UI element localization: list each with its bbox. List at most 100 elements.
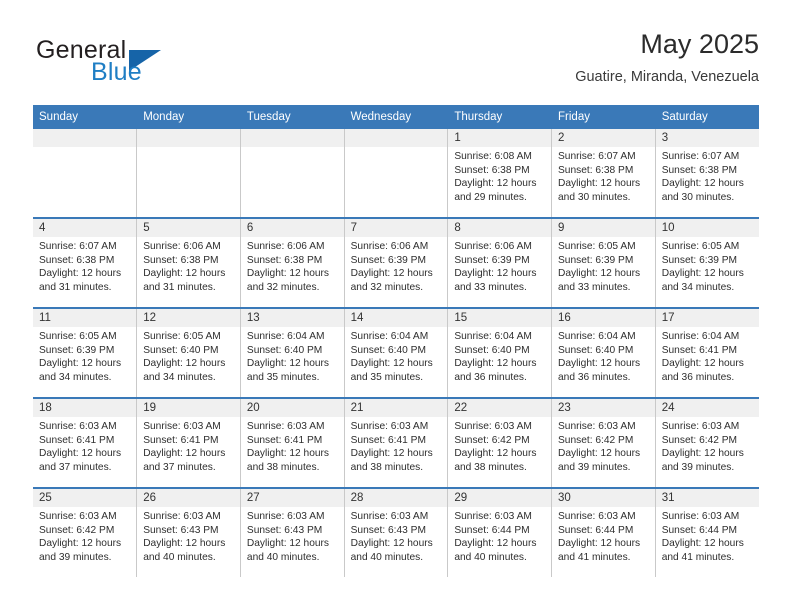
daylight-duration-line2: and 30 minutes.	[661, 191, 735, 203]
calendar-day-cell[interactable]: 31 Sunrise: 6:03 AM Sunset: 6:44 PM Dayligh…	[655, 488, 759, 577]
sunrise-time: Sunrise: 6:03 AM	[454, 421, 532, 432]
sunrise-time: Sunrise: 6:05 AM	[558, 241, 636, 252]
daylight-duration-line2: and 38 minutes.	[454, 461, 527, 473]
calendar-day-cell[interactable]	[33, 129, 138, 219]
daylight-duration-line2: and 41 minutes.	[661, 551, 735, 563]
day-details: Sunrise: 6:03 AM Sunset: 6:42 PM Daylight:…	[448, 417, 551, 474]
calendar-day-cell[interactable]: 26 Sunrise: 6:03 AM Sunset: 6:43 PM Dayligh…	[136, 488, 241, 577]
day-cell-content: 18 Sunrise: 6:03 AM Sunset: 6:41 PM Dayligh…	[33, 399, 137, 487]
sunset-time: Sunset: 6:40 PM	[350, 344, 426, 356]
day-cell-content: 25 Sunrise: 6:03 AM Sunset: 6:42 PM Dayligh…	[33, 489, 137, 577]
calendar-day-cell[interactable]: 3 Sunrise: 6:07 AM Sunset: 6:38 PM Daylight…	[655, 129, 759, 219]
day-number: 24	[655, 399, 759, 417]
calendar-week-row: 18 Sunrise: 6:03 AM Sunset: 6:41 PM Dayligh…	[33, 398, 759, 489]
day-details: Sunrise: 6:03 AM Sunset: 6:44 PM Daylight:…	[552, 507, 655, 564]
sunrise-time: Sunrise: 6:03 AM	[246, 511, 325, 522]
calendar-day-cell[interactable]	[344, 129, 449, 219]
day-cell-content: 9 Sunrise: 6:05 AM Sunset: 6:39 PM Daylight…	[552, 219, 655, 307]
calendar-week-row: 25 Sunrise: 6:03 AM Sunset: 6:42 PM Dayligh…	[33, 488, 759, 577]
day-number: 20	[240, 399, 344, 417]
sunrise-time: Sunrise: 6:04 AM	[454, 331, 532, 342]
sunset-time: Sunset: 6:42 PM	[661, 434, 738, 446]
sunset-time: Sunset: 6:40 PM	[558, 344, 634, 356]
calendar-day-cell[interactable]: 28 Sunrise: 6:03 AM Sunset: 6:43 PM Dayligh…	[344, 488, 449, 577]
calendar-day-cell[interactable]: 25 Sunrise: 6:03 AM Sunset: 6:42 PM Dayligh…	[33, 488, 138, 577]
calendar-day-cell[interactable]: 16 Sunrise: 6:04 AM Sunset: 6:40 PM Dayligh…	[551, 308, 656, 399]
calendar-day-cell[interactable]: 23 Sunrise: 6:03 AM Sunset: 6:42 PM Dayligh…	[551, 398, 656, 489]
calendar-day-cell[interactable]: 18 Sunrise: 6:03 AM Sunset: 6:41 PM Dayligh…	[33, 398, 138, 489]
calendar-day-cell[interactable]: 9 Sunrise: 6:05 AM Sunset: 6:39 PM Daylight…	[551, 218, 656, 309]
sunrise-time: Sunrise: 6:06 AM	[350, 241, 429, 252]
sunrise-time: Sunrise: 6:06 AM	[454, 241, 532, 252]
calendar-day-cell[interactable]: 7 Sunrise: 6:06 AM Sunset: 6:39 PM Daylight…	[344, 218, 449, 309]
calendar-day-cell[interactable]: 4 Sunrise: 6:07 AM Sunset: 6:38 PM Daylight…	[33, 218, 138, 309]
day-cell-content: 29 Sunrise: 6:03 AM Sunset: 6:44 PM Dayligh…	[448, 489, 552, 577]
daylight-duration-line1: Daylight: 12 hours	[558, 178, 641, 190]
daylight-duration-line1: Daylight: 12 hours	[246, 358, 330, 370]
sunset-time: Sunset: 6:41 PM	[143, 434, 219, 446]
sunrise-time: Sunrise: 6:04 AM	[558, 331, 636, 342]
day-details: Sunrise: 6:03 AM Sunset: 6:43 PM Daylight:…	[241, 507, 344, 564]
sunrise-time: Sunrise: 6:04 AM	[350, 331, 429, 342]
calendar-day-cell[interactable]: 19 Sunrise: 6:03 AM Sunset: 6:41 PM Dayligh…	[136, 398, 241, 489]
location-subtitle: Guatire, Miranda, Venezuela	[575, 69, 759, 85]
day-number: 8	[448, 219, 552, 237]
daylight-duration-line1: Daylight: 12 hours	[454, 448, 537, 460]
calendar-day-cell[interactable]: 11 Sunrise: 6:05 AM Sunset: 6:39 PM Dayligh…	[33, 308, 138, 399]
calendar-day-cell[interactable]: 30 Sunrise: 6:03 AM Sunset: 6:44 PM Dayligh…	[551, 488, 656, 577]
day-details: Sunrise: 6:06 AM Sunset: 6:38 PM Daylight:…	[137, 237, 240, 294]
sunrise-time: Sunrise: 6:08 AM	[454, 151, 532, 162]
calendar-day-cell[interactable]: 1 Sunrise: 6:08 AM Sunset: 6:38 PM Daylight…	[447, 129, 553, 219]
sunrise-time: Sunrise: 6:06 AM	[246, 241, 325, 252]
daylight-duration-line2: and 31 minutes.	[143, 281, 216, 293]
daylight-duration-line2: and 32 minutes.	[350, 281, 424, 293]
day-cell-content: 5 Sunrise: 6:06 AM Sunset: 6:38 PM Daylight…	[137, 219, 240, 307]
day-number: 28	[344, 489, 448, 507]
calendar-day-cell[interactable]: 24 Sunrise: 6:03 AM Sunset: 6:42 PM Dayligh…	[655, 398, 759, 489]
calendar-day-cell[interactable]: 5 Sunrise: 6:06 AM Sunset: 6:38 PM Daylight…	[136, 218, 241, 309]
day-cell-content: 11 Sunrise: 6:05 AM Sunset: 6:39 PM Dayligh…	[33, 309, 137, 397]
calendar-day-cell[interactable]: 27 Sunrise: 6:03 AM Sunset: 6:43 PM Dayligh…	[240, 488, 345, 577]
calendar-day-cell[interactable]: 10 Sunrise: 6:05 AM Sunset: 6:39 PM Dayligh…	[655, 218, 759, 309]
calendar-day-cell[interactable]: 20 Sunrise: 6:03 AM Sunset: 6:41 PM Dayligh…	[240, 398, 345, 489]
calendar-day-cell[interactable]	[136, 129, 241, 219]
daylight-duration-line2: and 34 minutes.	[143, 371, 216, 383]
sunset-time: Sunset: 6:39 PM	[558, 254, 634, 266]
calendar-day-cell[interactable]: 13 Sunrise: 6:04 AM Sunset: 6:40 PM Dayligh…	[240, 308, 345, 399]
calendar-day-cell[interactable]	[240, 129, 345, 219]
day-cell-content: 10 Sunrise: 6:05 AM Sunset: 6:39 PM Dayligh…	[655, 219, 759, 307]
calendar-day-cell[interactable]: 29 Sunrise: 6:03 AM Sunset: 6:44 PM Dayligh…	[447, 488, 553, 577]
day-number: 23	[552, 399, 655, 417]
sunrise-time: Sunrise: 6:05 AM	[143, 331, 221, 342]
calendar-day-cell[interactable]: 12 Sunrise: 6:05 AM Sunset: 6:40 PM Dayligh…	[136, 308, 241, 399]
day-cell-content: 12 Sunrise: 6:05 AM Sunset: 6:40 PM Dayligh…	[137, 309, 240, 397]
day-cell-content: 3 Sunrise: 6:07 AM Sunset: 6:38 PM Daylight…	[655, 129, 759, 217]
calendar-day-cell[interactable]: 2 Sunrise: 6:07 AM Sunset: 6:38 PM Daylight…	[551, 129, 656, 219]
calendar-day-cell[interactable]: 14 Sunrise: 6:04 AM Sunset: 6:40 PM Dayligh…	[344, 308, 449, 399]
calendar-day-cell[interactable]: 6 Sunrise: 6:06 AM Sunset: 6:38 PM Daylight…	[240, 218, 345, 309]
calendar-day-cell[interactable]: 17 Sunrise: 6:04 AM Sunset: 6:41 PM Dayligh…	[655, 308, 759, 399]
calendar-day-cell[interactable]: 21 Sunrise: 6:03 AM Sunset: 6:41 PM Dayligh…	[344, 398, 449, 489]
daylight-duration-line1: Daylight: 12 hours	[454, 538, 537, 550]
day-number: 7	[344, 219, 448, 237]
daylight-duration-line1: Daylight: 12 hours	[246, 448, 330, 460]
daylight-duration-line1: Daylight: 12 hours	[661, 268, 744, 280]
general-blue-logo[interactable]: General Blue	[33, 36, 263, 92]
calendar-day-cell[interactable]: 15 Sunrise: 6:04 AM Sunset: 6:40 PM Dayligh…	[447, 308, 553, 399]
day-number: 4	[33, 219, 137, 237]
day-details: Sunrise: 6:03 AM Sunset: 6:44 PM Daylight:…	[448, 507, 551, 564]
day-number: 30	[552, 489, 655, 507]
day-number: 25	[33, 489, 137, 507]
weekday-header-friday: Friday	[551, 105, 656, 129]
day-details: Sunrise: 6:03 AM Sunset: 6:43 PM Daylight:…	[345, 507, 448, 564]
day-cell-content: 24 Sunrise: 6:03 AM Sunset: 6:42 PM Dayligh…	[655, 399, 759, 487]
sunrise-time: Sunrise: 6:03 AM	[246, 421, 325, 432]
daylight-duration-line2: and 36 minutes.	[454, 371, 527, 383]
calendar-day-cell[interactable]: 8 Sunrise: 6:06 AM Sunset: 6:39 PM Daylight…	[447, 218, 553, 309]
sunrise-time: Sunrise: 6:03 AM	[558, 421, 636, 432]
calendar-day-cell[interactable]: 22 Sunrise: 6:03 AM Sunset: 6:42 PM Dayligh…	[447, 398, 553, 489]
sunrise-time: Sunrise: 6:03 AM	[454, 511, 532, 522]
daylight-duration-line1: Daylight: 12 hours	[39, 448, 122, 460]
day-details	[137, 147, 240, 150]
sunrise-time: Sunrise: 6:03 AM	[661, 421, 740, 432]
